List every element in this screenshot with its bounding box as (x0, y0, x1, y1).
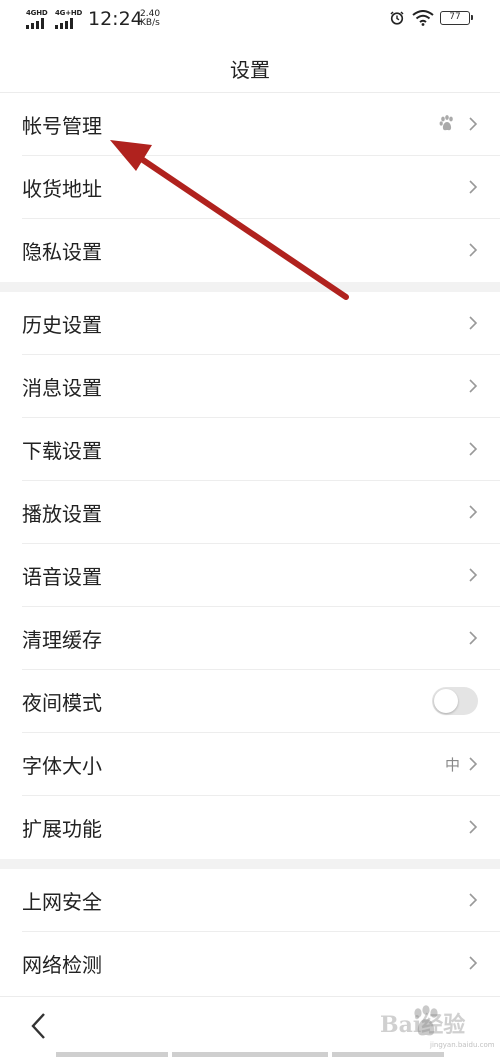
paw-icon (439, 115, 453, 131)
font-size-value: 中 (444, 756, 460, 774)
settings-item-message[interactable]: 消息设置 (0, 355, 500, 418)
settings-item-font-size[interactable]: 字体大小 中 (0, 733, 500, 796)
chevron-right-icon (469, 442, 478, 456)
settings-item-label: 上网安全 (22, 890, 102, 914)
settings-item-voice[interactable]: 语音设置 (0, 544, 500, 607)
settings-item-network-check[interactable]: 网络检测 (0, 932, 500, 995)
chevron-right-icon (469, 243, 478, 257)
network-speed: 2.40 KB/s (140, 10, 160, 28)
settings-item-label: 语音设置 (22, 565, 102, 589)
chevron-right-icon (469, 820, 478, 834)
chevron-right-icon (469, 631, 478, 645)
toggle-knob (434, 689, 458, 713)
nav-indicator-segment (172, 1052, 328, 1057)
settings-item-label: 清理缓存 (22, 628, 102, 652)
settings-item-label: 历史设置 (22, 313, 102, 337)
chevron-right-icon (469, 757, 478, 771)
battery-indicator: 77 (440, 11, 473, 25)
title-bar: 设置 (0, 40, 500, 93)
wifi-icon (412, 10, 434, 26)
signal-1: 4GHD (26, 9, 48, 29)
page-title: 设置 (230, 58, 270, 82)
clock: 12:24 (88, 8, 143, 30)
settings-item-playback[interactable]: 播放设置 (0, 481, 500, 544)
settings-item-history[interactable]: 历史设置 (0, 292, 500, 355)
settings-section-2: 历史设置 消息设置 下载设置 播放设置 语音设置 清理缓存 夜间模式 字体大小 … (0, 292, 500, 859)
bottom-bar: Bai经验 jingyan.baidu.com (0, 996, 500, 1058)
settings-item-label: 帐号管理 (22, 114, 102, 138)
settings-item-label: 下载设置 (22, 439, 102, 463)
alarm-icon (390, 11, 404, 25)
settings-item-label: 夜间模式 (22, 691, 102, 715)
chevron-right-icon (469, 956, 478, 970)
signal-1-label: 4GHD (26, 9, 48, 17)
baidu-paw-logo-icon (414, 1005, 438, 1036)
settings-item-night-mode: 夜间模式 (0, 670, 500, 733)
settings-item-privacy[interactable]: 隐私设置 (0, 219, 500, 282)
chevron-right-icon (469, 505, 478, 519)
settings-item-label: 消息设置 (22, 376, 102, 400)
speed-unit: KB/s (140, 18, 160, 28)
section-gap (0, 282, 500, 292)
back-icon[interactable] (28, 1011, 48, 1041)
settings-item-account[interactable]: 帐号管理 (0, 93, 500, 156)
status-bar: 4GHD 4G+HD 12:24 2.40 KB/s 77 (0, 0, 500, 40)
night-mode-toggle[interactable] (432, 687, 478, 715)
chevron-right-icon (469, 568, 478, 582)
settings-item-label: 播放设置 (22, 502, 102, 526)
settings-item-clear-cache[interactable]: 清理缓存 (0, 607, 500, 670)
settings-item-label: 网络检测 (22, 953, 102, 977)
settings-item-label: 扩展功能 (22, 817, 102, 841)
settings-item-label: 字体大小 (22, 754, 102, 778)
nav-indicator-segment (332, 1052, 444, 1057)
settings-item-web-security[interactable]: 上网安全 (0, 869, 500, 932)
watermark-url: jingyan.baidu.com (430, 1041, 495, 1049)
settings-item-label: 收货地址 (22, 177, 102, 201)
chevron-right-icon (469, 117, 478, 131)
settings-item-download[interactable]: 下载设置 (0, 418, 500, 481)
signal-bars-icon (26, 18, 48, 29)
settings-item-label: 隐私设置 (22, 240, 102, 264)
chevron-right-icon (469, 379, 478, 393)
signal-2: 4G+HD (55, 9, 83, 29)
chevron-right-icon (469, 893, 478, 907)
signal-2-label: 4G+HD (55, 9, 83, 17)
settings-item-extensions[interactable]: 扩展功能 (0, 796, 500, 859)
nav-indicator-segment (56, 1052, 168, 1057)
section-gap (0, 859, 500, 869)
settings-item-address[interactable]: 收货地址 (0, 156, 500, 219)
signal-bars-icon (55, 18, 77, 29)
chevron-right-icon (469, 316, 478, 330)
settings-section-3: 上网安全 网络检测 (0, 869, 500, 995)
chevron-right-icon (469, 180, 478, 194)
settings-section-1: 帐号管理 收货地址 隐私设置 (0, 93, 500, 282)
